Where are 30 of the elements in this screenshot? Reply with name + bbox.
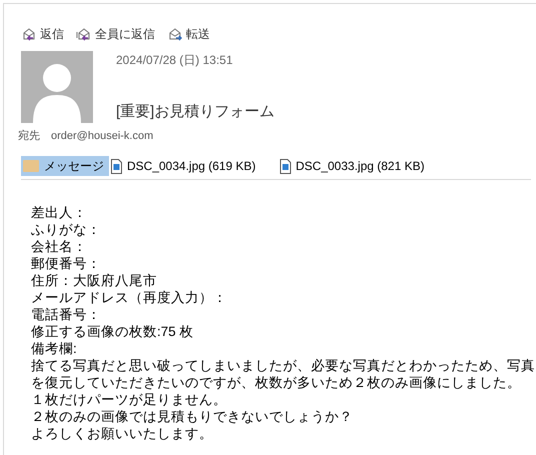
message-line: １枚だけパーツが足りません。 <box>31 391 228 408</box>
date-text: 2024/07/28 (日) 13:51 <box>116 53 234 67</box>
image-file-icon <box>280 158 291 174</box>
to-label: 宛先 <box>18 128 40 144</box>
reply-icon <box>21 27 37 41</box>
message-line: ふりがな： <box>31 221 102 238</box>
message-line: 会社名： <box>31 238 88 255</box>
message-line: ２枚のみの画像では見積もりできないでしょうか？ <box>31 408 354 425</box>
message-line: 捨てる写真だと思い破ってしまいましたが、必要な写真だとわかったため、写真を復元していただきたいのですが、枚数が多いため２枚のみ画像にしました。 <box>31 357 536 391</box>
message-line: 郵便番号： <box>31 255 102 272</box>
folder-icon <box>23 160 39 172</box>
forward-icon <box>167 27 183 41</box>
message-line: 差出人： <box>31 204 88 221</box>
attachment-tab[interactable]: メッセージ <box>21 156 109 176</box>
reply-all-icon <box>76 27 92 41</box>
message-line: 住所：大阪府八尾市 <box>31 272 158 289</box>
subject-text: [重要]お見積りフォーム <box>116 102 274 122</box>
toolbar-button[interactable]: 返信 <box>21 25 64 43</box>
message-line: 電話番号： <box>31 306 102 323</box>
recipient-address: order@housei-k.com <box>51 128 154 144</box>
message-line: よろしくお願いいたします。 <box>31 425 214 442</box>
attachment-tab[interactable]: DSC_0034.jpg (619 KB) <box>109 156 258 176</box>
image-file-icon <box>111 158 122 174</box>
toolbar-button[interactable]: 全員に返信 <box>76 25 155 43</box>
attachment-tab[interactable]: DSC_0033.jpg (821 KB) <box>278 156 426 176</box>
message-line: 修正する画像の枚数:75 枚 <box>31 323 195 340</box>
message-line: 備考欄: <box>31 340 78 357</box>
avatar-icon <box>21 51 93 123</box>
message-line: メールアドレス（再度入力）： <box>31 289 228 306</box>
toolbar-button[interactable]: 転送 <box>167 25 210 43</box>
